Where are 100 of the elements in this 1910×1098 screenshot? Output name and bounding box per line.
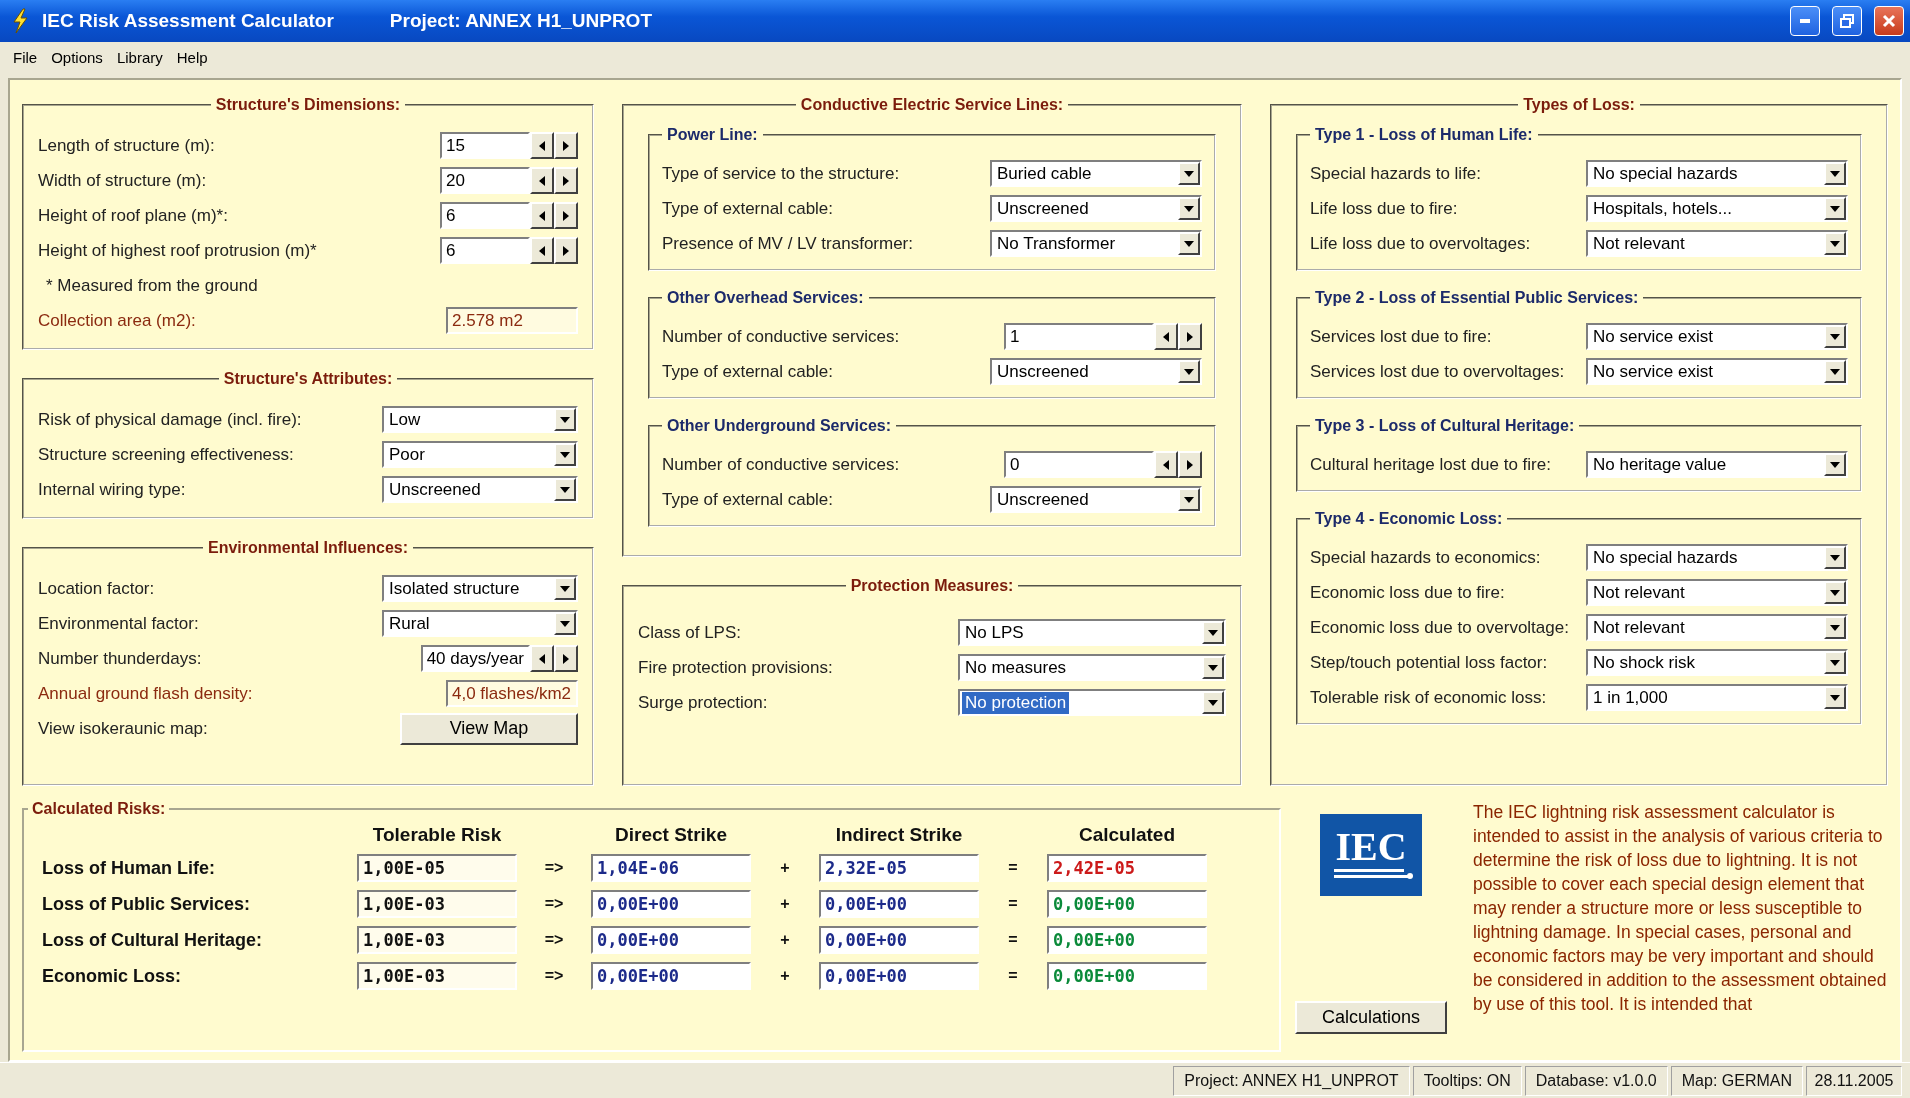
caret-down-icon xyxy=(1830,659,1840,666)
dropdown-button[interactable] xyxy=(1824,686,1846,709)
minimize-button[interactable] xyxy=(1790,6,1820,36)
restore-button[interactable] xyxy=(1832,6,1862,36)
number-field[interactable]: 6 xyxy=(440,237,530,264)
field-label: Location factor: xyxy=(38,578,155,599)
dropdown-button[interactable] xyxy=(1178,197,1200,220)
dropdown-button[interactable] xyxy=(1824,162,1846,185)
group-title: Environmental Influences: xyxy=(206,539,409,557)
dropdown[interactable]: Not relevant xyxy=(1586,614,1848,641)
increase-button[interactable] xyxy=(1178,451,1202,478)
iec-logo: IEC xyxy=(1320,814,1422,896)
decrease-button[interactable] xyxy=(1154,323,1178,350)
value-field: 0,00E+00 xyxy=(819,962,979,990)
decrease-button[interactable] xyxy=(530,132,554,159)
dropdown[interactable]: Not relevant xyxy=(1586,579,1848,606)
caret-down-icon xyxy=(1830,694,1840,701)
dropdown-button[interactable] xyxy=(554,612,576,635)
dropdown-button[interactable] xyxy=(1824,360,1846,383)
increase-button[interactable] xyxy=(1178,323,1202,350)
decrease-button[interactable] xyxy=(530,645,554,672)
dropdown[interactable]: No service exist xyxy=(1586,358,1848,385)
dropdown-button[interactable] xyxy=(1824,325,1846,348)
dropdown[interactable]: Unscreened xyxy=(382,476,578,503)
dropdown[interactable]: 1 in 1,000 xyxy=(1586,684,1848,711)
caret-right-icon xyxy=(1186,331,1194,342)
dropdown[interactable]: Unscreened xyxy=(990,195,1202,222)
status-text: Project: ANNEX H1_UNPROT xyxy=(1173,1065,1410,1096)
dropdown-button[interactable] xyxy=(1824,651,1846,674)
dropdown[interactable]: Isolated structure xyxy=(382,575,578,602)
section-title: Type 1 - Loss of Human Life: xyxy=(1314,126,1534,144)
dropdown-button[interactable] xyxy=(1178,162,1200,185)
column-header: Tolerable Risk xyxy=(371,824,503,846)
view-map-button[interactable]: View Map xyxy=(400,712,578,745)
dropdown[interactable]: Unscreened xyxy=(990,486,1202,513)
section-title: Type 3 - Loss of Cultural Heritage: xyxy=(1314,417,1576,435)
dropdown[interactable]: No Transformer xyxy=(990,230,1202,257)
dropdown[interactable]: No protection xyxy=(958,689,1226,716)
caret-left-icon xyxy=(1162,331,1170,342)
menu-item[interactable]: Options xyxy=(44,48,110,66)
dropdown[interactable]: No measures xyxy=(958,654,1226,681)
status-text: Tooltips: ON xyxy=(1412,1065,1522,1096)
dropdown[interactable]: No service exist xyxy=(1586,323,1848,350)
dropdown-button[interactable] xyxy=(554,443,576,466)
number-field[interactable]: 0 xyxy=(1004,451,1154,478)
dropdown-button[interactable] xyxy=(1178,360,1200,383)
dropdown[interactable]: Unscreened xyxy=(990,358,1202,385)
increase-button[interactable] xyxy=(554,167,578,194)
field-label: Number of conductive services: xyxy=(662,326,900,347)
decrease-button[interactable] xyxy=(530,202,554,229)
dropdown[interactable]: No LPS xyxy=(958,619,1226,646)
dropdown-button[interactable] xyxy=(1824,197,1846,220)
decrease-button[interactable] xyxy=(530,237,554,264)
dropdown-button[interactable] xyxy=(1202,621,1224,644)
dropdown[interactable]: No special hazards xyxy=(1586,544,1848,571)
increase-button[interactable] xyxy=(554,645,578,672)
caret-left-icon xyxy=(538,210,546,221)
increase-button[interactable] xyxy=(554,237,578,264)
status-text: 28.11.2005 xyxy=(1806,1065,1902,1096)
dropdown-button[interactable] xyxy=(1178,232,1200,255)
dropdown-button[interactable] xyxy=(1202,656,1224,679)
number-field[interactable]: 20 xyxy=(440,167,530,194)
dropdown[interactable]: Poor xyxy=(382,441,578,468)
dropdown-button[interactable] xyxy=(554,478,576,501)
decrease-button[interactable] xyxy=(1154,451,1178,478)
dropdown[interactable]: Buried cable xyxy=(990,160,1202,187)
number-field[interactable]: 40 days/year xyxy=(420,645,530,672)
dropdown-button[interactable] xyxy=(554,577,576,600)
increase-button[interactable] xyxy=(554,132,578,159)
dropdown[interactable]: No shock risk xyxy=(1586,649,1848,676)
dropdown[interactable]: No heritage value xyxy=(1586,451,1848,478)
caret-down-icon xyxy=(560,486,570,493)
dropdown-button[interactable] xyxy=(1824,546,1846,569)
dropdown-button[interactable] xyxy=(1824,616,1846,639)
dropdown[interactable]: Not relevant xyxy=(1586,230,1848,257)
dropdown-button[interactable] xyxy=(1178,488,1200,511)
dropdown[interactable]: No special hazards xyxy=(1586,160,1848,187)
value-field: 4,0 flashes/km2 xyxy=(446,680,578,707)
dropdown-button[interactable] xyxy=(554,408,576,431)
operator-text: + xyxy=(779,931,791,949)
menu-item[interactable]: Library xyxy=(109,48,170,66)
dropdown[interactable]: Hospitals, hotels... xyxy=(1586,195,1848,222)
dropdown-button[interactable] xyxy=(1824,453,1846,476)
window-title: IEC Risk Assessment Calculator xyxy=(42,10,334,32)
menu-item[interactable]: File xyxy=(6,48,45,66)
caret-down-icon xyxy=(560,585,570,592)
dropdown[interactable]: Rural xyxy=(382,610,578,637)
calculations-button[interactable]: Calculations xyxy=(1295,1001,1447,1034)
dropdown-button[interactable] xyxy=(1824,581,1846,604)
increase-button[interactable] xyxy=(554,202,578,229)
field-label: Economic loss due to fire: xyxy=(1310,582,1505,603)
dropdown[interactable]: Low xyxy=(382,406,578,433)
dropdown-button[interactable] xyxy=(1824,232,1846,255)
dropdown-button[interactable] xyxy=(1202,691,1224,714)
number-field[interactable]: 1 xyxy=(1004,323,1154,350)
menu-item[interactable]: Help xyxy=(169,48,215,66)
number-field[interactable]: 15 xyxy=(440,132,530,159)
decrease-button[interactable] xyxy=(530,167,554,194)
close-button[interactable] xyxy=(1874,6,1904,36)
number-field[interactable]: 6 xyxy=(440,202,530,229)
